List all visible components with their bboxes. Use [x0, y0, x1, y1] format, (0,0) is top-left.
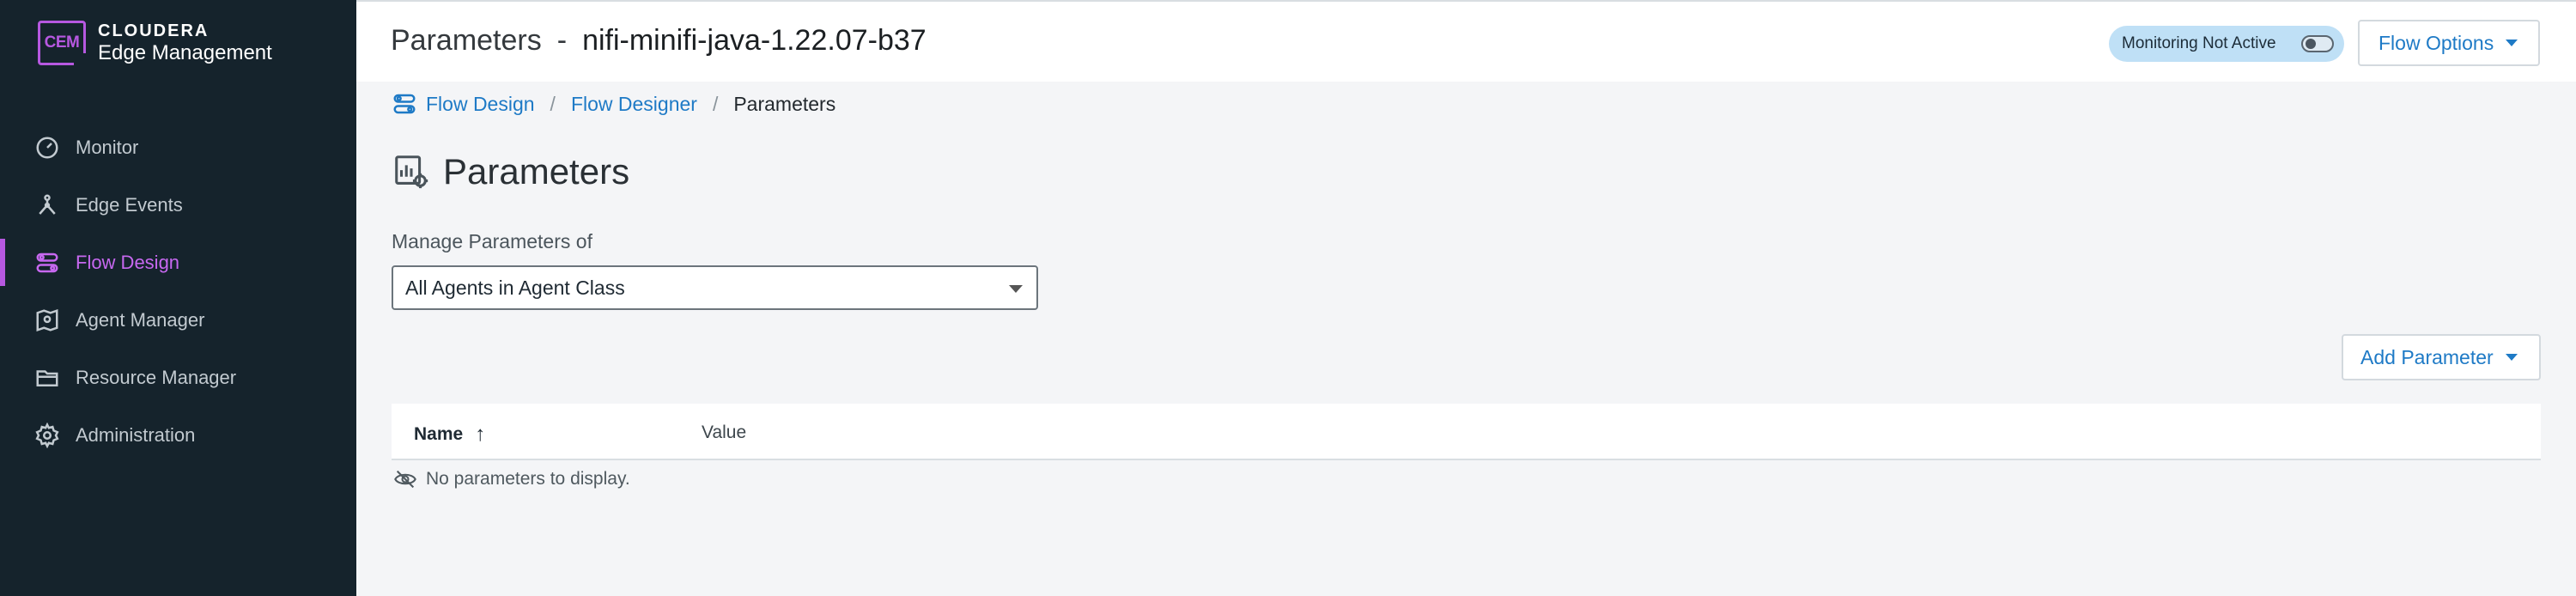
breadcrumb-link-flow-design[interactable]: Flow Design [426, 93, 535, 116]
sidebar-item-label: Edge Events [76, 193, 183, 216]
section-title: Parameters [392, 151, 629, 192]
sidebar-item-edge-events[interactable]: Edge Events [0, 176, 356, 234]
sort-ascending-icon: ↑ [475, 423, 486, 446]
top-header: Parameters - nifi-minifi-java-1.22.07-b37 … [356, 0, 2576, 82]
empty-state-message: No parameters to display. [426, 469, 630, 489]
column-header-name[interactable]: Name ↑ [414, 423, 485, 447]
parameters-table: Name ↑ Value No parameters to display. [392, 404, 2541, 489]
breadcrumb-separator: / [550, 92, 556, 115]
sidebar-item-agent-manager[interactable]: Agent Manager [0, 291, 356, 349]
flow-options-button[interactable]: Flow Options [2358, 20, 2540, 66]
sidebar-item-monitor[interactable]: Monitor [0, 119, 356, 176]
breadcrumb-separator: / [712, 92, 719, 115]
brand-name-top: CLOUDERA [98, 21, 210, 40]
toggle-switch-icon[interactable] [2301, 35, 2334, 52]
breadcrumb: Flow Design / Flow Designer / Parameters [392, 91, 835, 117]
caret-down-icon [2506, 40, 2518, 46]
monitoring-status-label: Monitoring Not Active [2122, 34, 2276, 52]
column-header-value[interactable]: Value [702, 423, 746, 443]
sidebar-item-label: Agent Manager [76, 308, 205, 331]
table-header: Name ↑ Value [392, 404, 2541, 460]
sidebar-item-flow-design[interactable]: Flow Design [0, 234, 356, 291]
add-parameter-button[interactable]: Add Parameter [2342, 334, 2541, 380]
brand-text: CLOUDERA Edge Management [98, 21, 272, 64]
flow-design-icon [393, 94, 416, 114]
cem-logo-mark: CEM [38, 21, 86, 65]
brand-logo[interactable]: CEM CLOUDERA Edge Management [38, 21, 272, 65]
brand-name-bottom: Edge Management [98, 40, 272, 64]
flow-name: nifi-minifi-java-1.22.07-b37 [582, 24, 927, 57]
gauge-icon [36, 137, 58, 158]
flow-design-icon [36, 252, 58, 272]
manage-parameters-select[interactable]: All Agents in Agent Class [392, 265, 1038, 310]
sidebar-item-label: Resource Manager [76, 366, 237, 388]
caret-down-icon [2505, 354, 2518, 361]
sidebar-item-label: Administration [76, 423, 196, 446]
select-value: All Agents in Agent Class [405, 276, 625, 299]
monitoring-status-toggle[interactable]: Monitoring Not Active [2109, 26, 2344, 62]
flow-options-label: Flow Options [2379, 31, 2494, 54]
title-separator: - [556, 24, 568, 57]
empty-state: No parameters to display. [393, 462, 630, 496]
breadcrumb-link-flow-designer[interactable]: Flow Designer [571, 93, 697, 116]
caret-down-icon [1009, 285, 1023, 293]
parameters-icon [395, 155, 428, 189]
sidebar-item-resource-manager[interactable]: Resource Manager [0, 349, 356, 406]
sidebar: CEM CLOUDERA Edge Management Monitor Edg… [0, 0, 356, 596]
network-node-icon [39, 194, 56, 215]
breadcrumb-current: Parameters [733, 92, 836, 115]
folder-icon [36, 369, 58, 386]
add-parameter-label: Add Parameter [2360, 345, 2494, 368]
section-title-label: Parameters [443, 151, 630, 192]
sidebar-item-administration[interactable]: Administration [0, 406, 356, 464]
sidebar-item-label: Flow Design [76, 251, 180, 273]
page-title: Parameters - nifi-minifi-java-1.22.07-b37 [391, 24, 927, 58]
sidebar-item-label: Monitor [76, 136, 139, 158]
agent-map-icon [36, 308, 58, 331]
manage-parameters-label: Manage Parameters of [392, 230, 592, 252]
gear-icon [35, 422, 59, 448]
sidebar-nav: Monitor Edge Events Flow Design Agent Ma… [0, 119, 356, 464]
page-title-label: Parameters [391, 24, 542, 57]
eye-slash-icon [394, 470, 416, 489]
column-header-label: Name [414, 424, 464, 444]
